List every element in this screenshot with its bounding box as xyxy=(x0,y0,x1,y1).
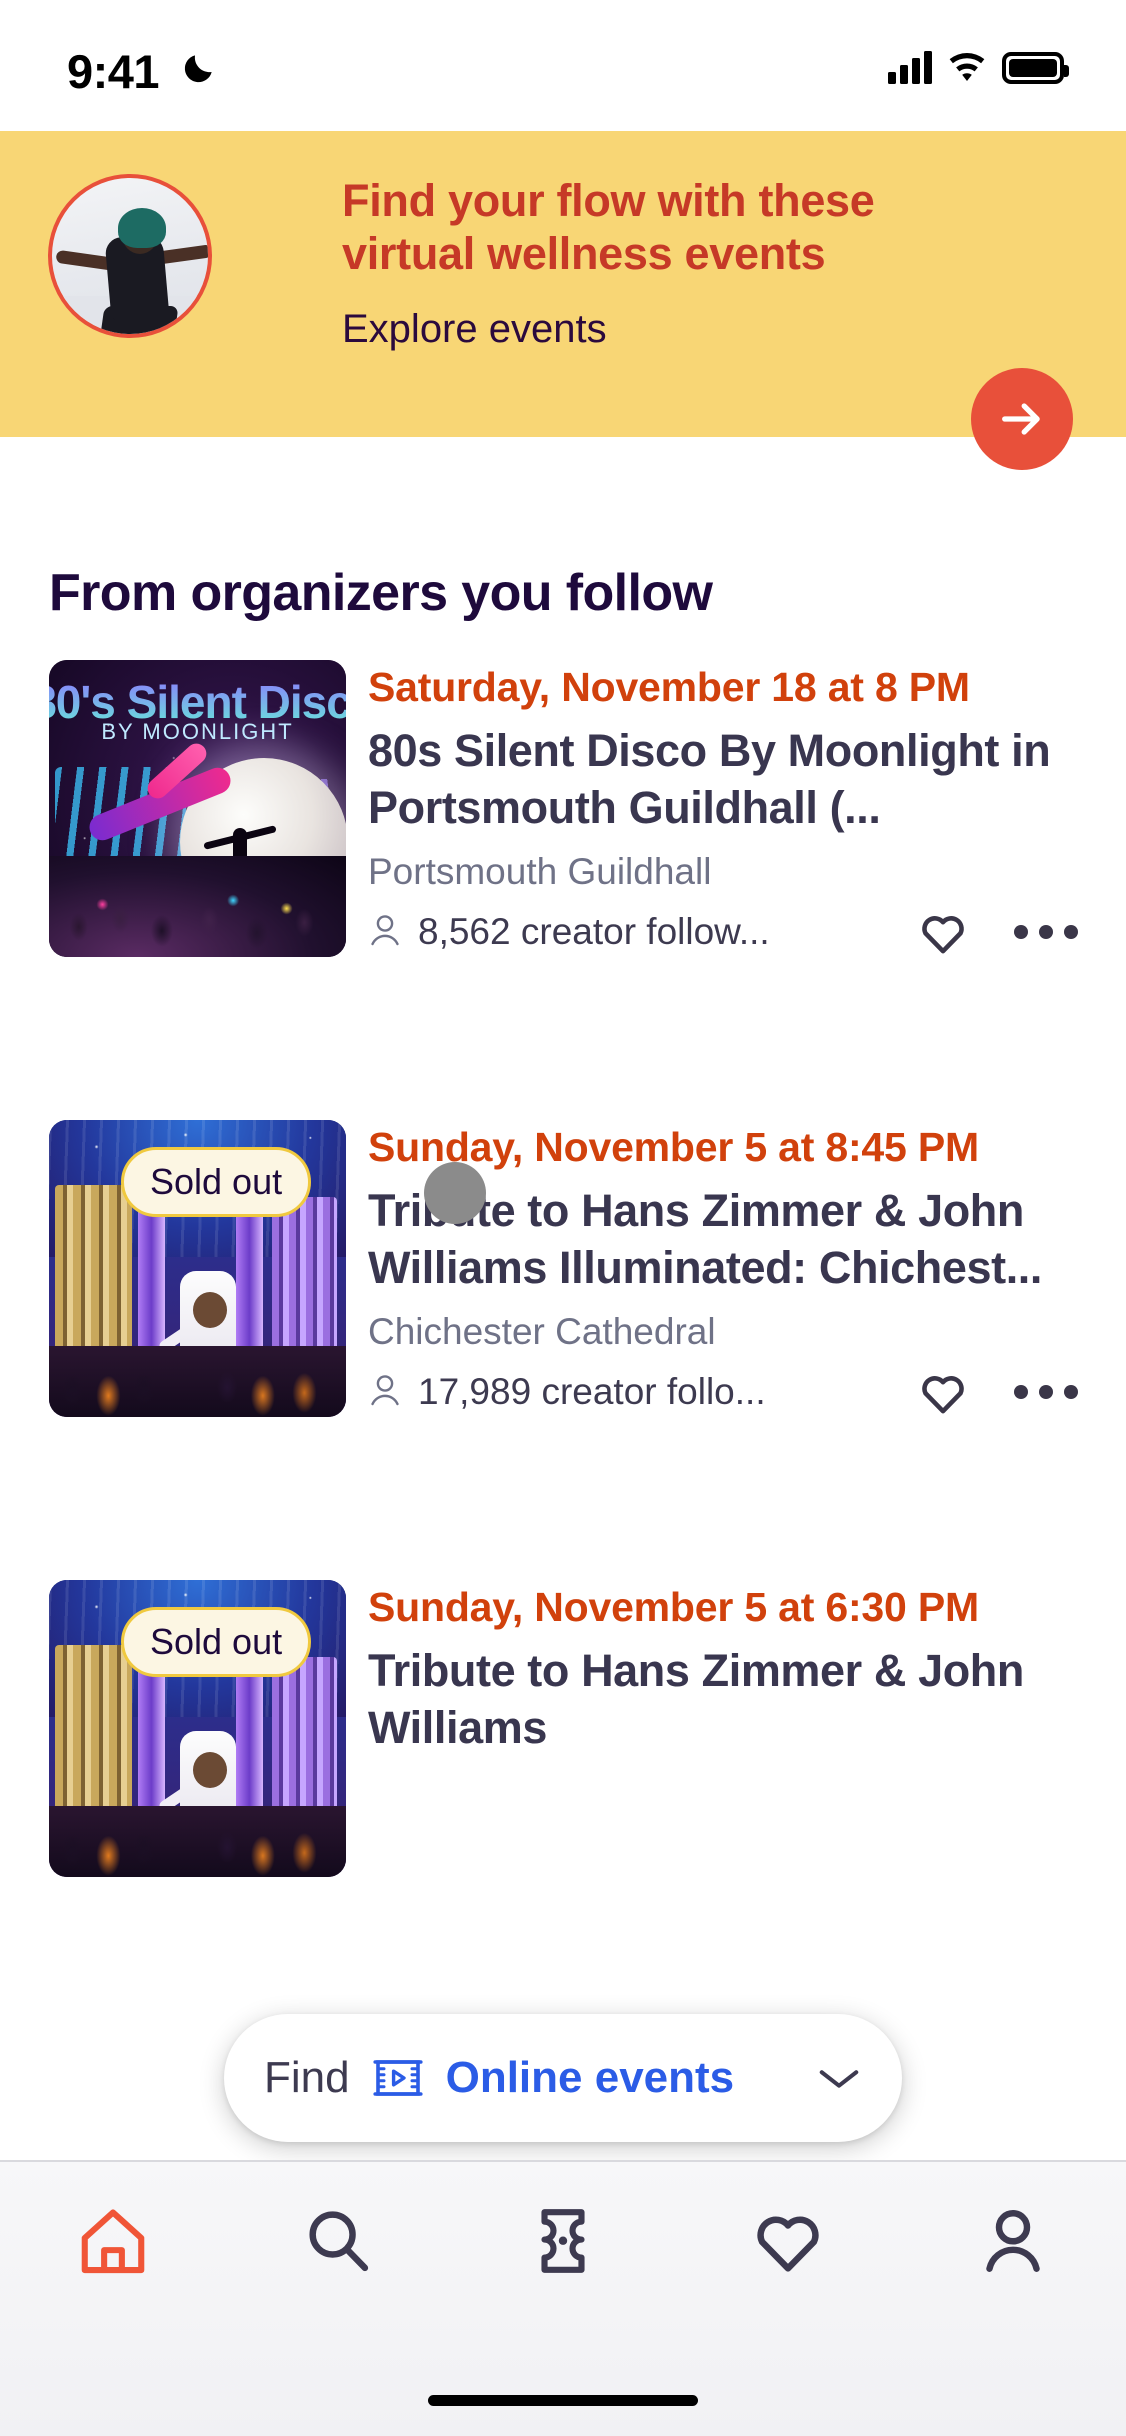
event-details: Sunday, November 5 at 6:30 PM Tribute to… xyxy=(346,1580,1106,2040)
more-horizontal-icon[interactable] xyxy=(1014,1384,1078,1399)
section-heading: From organizers you follow xyxy=(49,564,713,622)
event-date: Sunday, November 5 at 6:30 PM xyxy=(368,1584,979,1630)
event-title[interactable]: Tribute to Hans Zimmer & John Williams xyxy=(368,1643,1078,1756)
event-thumbnail[interactable]: Sold out xyxy=(49,1120,346,1417)
person-icon xyxy=(371,1374,399,1405)
event-date: Saturday, November 18 at 8 PM xyxy=(368,664,970,710)
event-footer: 8,562 creator follow... xyxy=(368,909,1078,955)
app-screen: 9:41 Find your flow with these virtual w… xyxy=(0,0,1126,2436)
promo-title: Find your flow with these virtual wellne… xyxy=(342,175,875,280)
wifi-icon xyxy=(949,53,985,81)
event-venue: Chichester Cathedral xyxy=(368,1310,716,1352)
person-icon xyxy=(371,914,399,945)
nav-item-saved[interactable] xyxy=(688,2206,888,2274)
heart-icon[interactable] xyxy=(918,1369,968,1415)
promo-banner[interactable]: Find your flow with these virtual wellne… xyxy=(0,131,1126,470)
event-followers: 17,989 creator follo... xyxy=(368,1371,766,1413)
event-followers: 8,562 creator follow... xyxy=(368,911,770,953)
event-card[interactable]: 80's Silent Disco BY MOONLIGHT Saturday,… xyxy=(0,660,1126,1120)
find-selected-value[interactable]: Online events xyxy=(446,2053,735,2103)
event-followers-label: 17,989 creator follo... xyxy=(418,1370,766,1412)
event-followers-label: 8,562 creator follow... xyxy=(418,910,770,952)
event-actions xyxy=(918,909,1078,955)
event-details: Saturday, November 18 at 8 PM 80s Silent… xyxy=(346,660,1106,1120)
heart-icon xyxy=(757,2216,819,2272)
find-label: Find xyxy=(264,2053,350,2102)
event-list-clip: 80's Silent Disco BY MOONLIGHT Saturday,… xyxy=(0,660,1126,2090)
event-card[interactable]: Sold out Sunday, November 5 at 6:30 PM T… xyxy=(0,1580,1126,2040)
home-icon xyxy=(81,2209,144,2274)
status-bar: 9:41 xyxy=(0,0,1126,131)
chevron-down-icon[interactable] xyxy=(816,2063,862,2093)
event-venue: Portsmouth Guildhall xyxy=(368,850,712,892)
nav-item-profile[interactable] xyxy=(913,2206,1113,2276)
search-icon xyxy=(309,2211,368,2272)
moon-icon xyxy=(184,55,212,83)
cellular-signal-icon xyxy=(888,50,932,84)
sold-out-badge: Sold out xyxy=(121,1147,312,1217)
more-horizontal-icon[interactable] xyxy=(1014,924,1078,939)
heart-icon[interactable] xyxy=(918,909,968,955)
poster-subtitle: BY MOONLIGHT xyxy=(101,719,294,745)
arrow-right-icon xyxy=(1002,403,1040,435)
ticket-icon xyxy=(541,2209,585,2273)
event-thumbnail[interactable]: 80's Silent Disco BY MOONLIGHT xyxy=(49,660,346,957)
nav-item-tickets[interactable] xyxy=(463,2206,663,2276)
event-actions xyxy=(918,1369,1078,1415)
home-indicator xyxy=(428,2395,698,2406)
event-list: 80's Silent Disco BY MOONLIGHT Saturday,… xyxy=(0,660,1126,2040)
profile-icon xyxy=(986,2210,1041,2272)
nav-item-search[interactable] xyxy=(238,2206,438,2276)
online-event-icon xyxy=(372,2060,423,2096)
nav-item-home[interactable] xyxy=(13,2206,213,2276)
sold-out-badge: Sold out xyxy=(121,1607,312,1677)
event-thumbnail[interactable]: Sold out xyxy=(49,1580,346,1877)
promo-subtitle[interactable]: Explore events xyxy=(342,307,607,352)
event-title[interactable]: 80s Silent Disco By Moonlight in Portsmo… xyxy=(368,723,1078,836)
promo-arrow-button[interactable] xyxy=(971,368,1073,470)
find-events-filter[interactable]: Find Online events xyxy=(224,2014,902,2142)
cursor-indicator xyxy=(424,1162,486,1224)
status-bar-indicators xyxy=(888,50,1069,84)
event-date: Sunday, November 5 at 8:45 PM xyxy=(368,1124,979,1170)
event-card[interactable]: Sold out Sunday, November 5 at 8:45 PM T… xyxy=(0,1120,1126,1580)
event-footer: 17,989 creator follo... xyxy=(368,1369,1078,1415)
status-bar-time: 9:41 xyxy=(67,45,160,98)
promo-avatar xyxy=(48,174,212,338)
battery-full-icon xyxy=(1002,52,1069,84)
